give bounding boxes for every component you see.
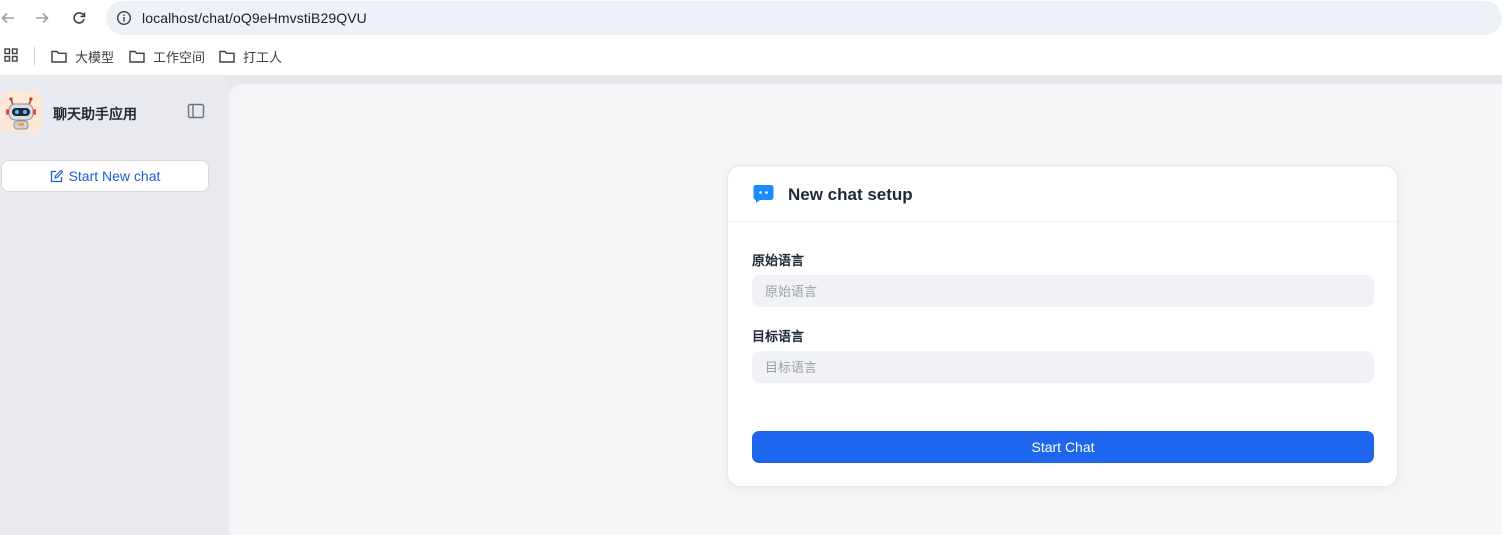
bookmark-label: 大模型 (75, 49, 115, 65)
chat-bubble-icon (753, 184, 774, 203)
folder-icon (51, 50, 67, 63)
target-language-input[interactable] (752, 351, 1374, 383)
site-info-icon[interactable] (114, 8, 134, 28)
source-language-input[interactable] (752, 275, 1374, 307)
sidebar-toggle-icon[interactable] (187, 103, 207, 121)
back-arrow-icon[interactable] (0, 8, 18, 28)
bookmark-folder-worker[interactable]: 打工人 (219, 47, 282, 65)
folder-icon (219, 50, 235, 63)
forward-arrow-icon[interactable] (32, 8, 52, 28)
start-chat-button[interactable]: Start Chat (752, 431, 1374, 463)
folder-icon (129, 50, 145, 63)
address-bar[interactable]: localhost/chat/oQ9eHmvstiB29QVU (106, 1, 1502, 35)
bookmark-folder-dmx[interactable]: 大模型 (51, 47, 114, 65)
bookmarks-separator (34, 47, 35, 65)
new-chat-setup-card: New chat setup 原始语言 目标语言 Start Chat (727, 165, 1398, 487)
reload-icon[interactable] (69, 8, 89, 28)
apps-grid-icon[interactable] (4, 48, 18, 67)
bookmark-folder-workspace[interactable]: 工作空间 (129, 47, 205, 65)
start-new-chat-label: Start New chat (68, 168, 161, 184)
sidebar: 聊天助手应用 Start New chat (0, 76, 229, 535)
bookmarks-bar: 大模型 工作空间 打工人 (0, 36, 1502, 76)
card-header: New chat setup (728, 166, 1397, 222)
bookmark-label: 工作空间 (153, 49, 206, 65)
main-panel: New chat setup 原始语言 目标语言 Start Chat (229, 84, 1502, 535)
browser-toolbar: localhost/chat/oQ9eHmvstiB29QVU (0, 0, 1502, 36)
app-title: 聊天助手应用 (53, 106, 137, 122)
target-language-label: 目标语言 (752, 329, 805, 344)
edit-icon (50, 169, 63, 182)
source-language-label: 原始语言 (752, 253, 805, 268)
bookmark-label: 打工人 (243, 49, 283, 65)
start-new-chat-button[interactable]: Start New chat (1, 160, 209, 192)
url-text[interactable]: localhost/chat/oQ9eHmvstiB29QVU (142, 10, 367, 26)
app-container: 聊天助手应用 Start New chat New chat setup 原始语… (0, 76, 1502, 535)
robot-logo-icon (0, 91, 42, 133)
card-title: New chat setup (788, 185, 913, 204)
